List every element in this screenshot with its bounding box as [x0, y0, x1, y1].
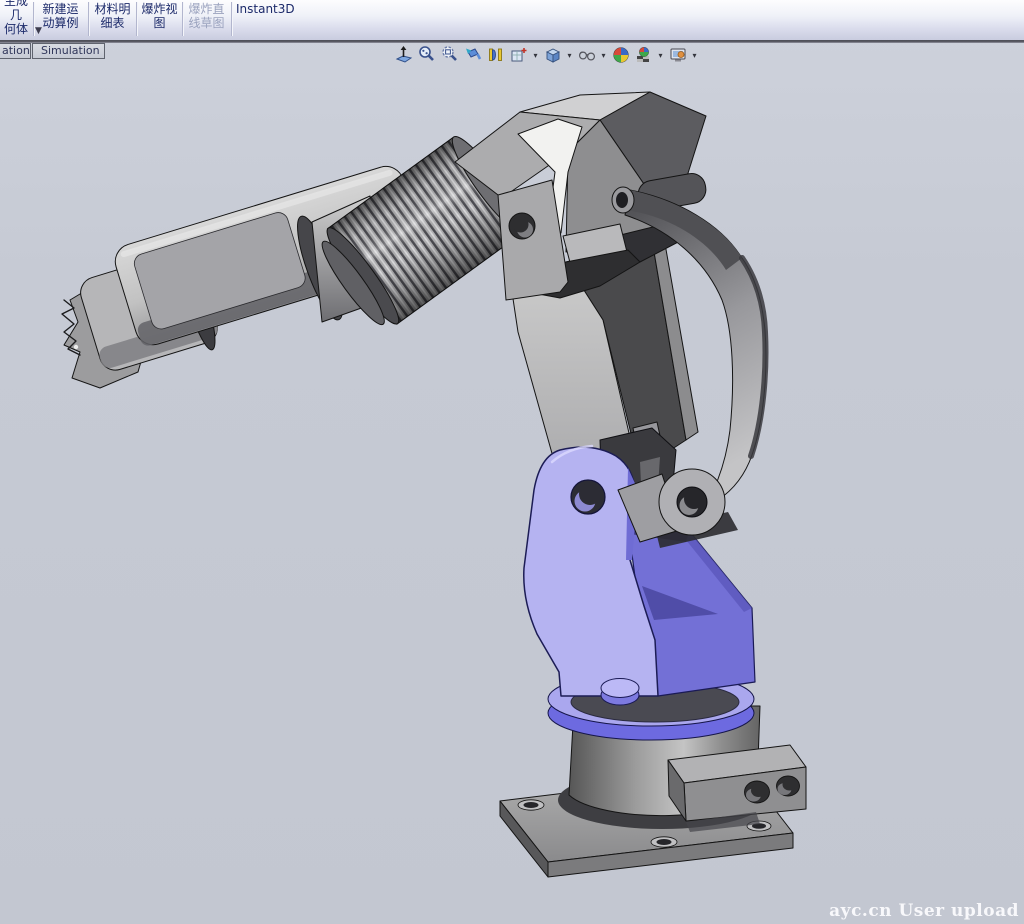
dropdown-arrow-icon[interactable]: ▾ — [599, 51, 608, 60]
dropdown-arrow-icon[interactable]: ▼ — [35, 27, 42, 36]
dropdown-arrow-icon[interactable]: ▾ — [565, 51, 574, 60]
dropdown-arrow-icon[interactable]: ▾ — [531, 51, 540, 60]
view-orientation-icon[interactable] — [508, 45, 529, 66]
tab-animation[interactable]: ation — [0, 43, 31, 59]
zoom-to-area-icon[interactable] — [439, 45, 460, 66]
hide-show-items-icon[interactable] — [576, 45, 597, 66]
previous-view-icon[interactable] — [462, 45, 483, 66]
zoom-in-out-icon[interactable] — [416, 45, 437, 66]
tab-simulation[interactable]: Simulation — [32, 43, 105, 59]
instant3d-button[interactable]: Instant3D — [236, 0, 306, 38]
toolbar-separator — [88, 2, 89, 36]
toolbar-separator — [33, 2, 34, 36]
dropdown-arrow-icon[interactable]: ▾ — [690, 51, 699, 60]
lobe-hole — [677, 487, 707, 517]
toolbar-divider — [0, 40, 1024, 43]
generate-geometry-button[interactable]: 生成几 何体 — [0, 0, 32, 38]
side-bracket[interactable] — [668, 745, 806, 832]
forearm-assembly[interactable] — [62, 130, 533, 388]
dropdown-arrow-icon[interactable]: ▾ — [656, 51, 665, 60]
watermark-text: ayc.cn User upload — [829, 901, 1019, 921]
solidworks-window: 生成几 何体 新建运 动算例 材料明 细表 爆炸视 图 爆炸直 线草图 Inst… — [0, 0, 1024, 924]
explode-line-sketch-button[interactable]: 爆炸直 线草图 — [184, 0, 229, 38]
base-assembly[interactable] — [500, 672, 806, 877]
viewport-3d-model[interactable] — [0, 0, 1024, 924]
heads-up-view-toolbar: ▾ ▾ ▾ ▾ — [393, 44, 699, 66]
bill-of-materials-button[interactable]: 材料明 细表 — [90, 0, 135, 38]
display-style-icon[interactable] — [542, 45, 563, 66]
view-settings-icon[interactable] — [667, 45, 688, 66]
base-bolt-hole — [518, 800, 544, 810]
toolbar-separator — [182, 2, 183, 36]
bracket-hole — [745, 781, 770, 803]
base-bolt-hole — [651, 837, 677, 847]
apply-scene-icon[interactable] — [633, 45, 654, 66]
exploded-view-button[interactable]: 爆炸视 图 — [138, 0, 181, 38]
bracket-hole — [777, 776, 800, 796]
pin-eye — [612, 187, 634, 213]
zoom-to-fit-icon[interactable] — [393, 45, 414, 66]
collar-boss[interactable] — [601, 679, 639, 706]
section-view-icon[interactable] — [485, 45, 506, 66]
shoulder-pivot-hole — [571, 480, 605, 514]
edit-appearance-icon[interactable] — [610, 45, 631, 66]
command-manager-toolbar: 生成几 何体 新建运 动算例 材料明 细表 爆炸视 图 爆炸直 线草图 Inst… — [0, 0, 1024, 41]
toolbar-separator — [231, 2, 232, 36]
toolbar-separator — [136, 2, 137, 36]
